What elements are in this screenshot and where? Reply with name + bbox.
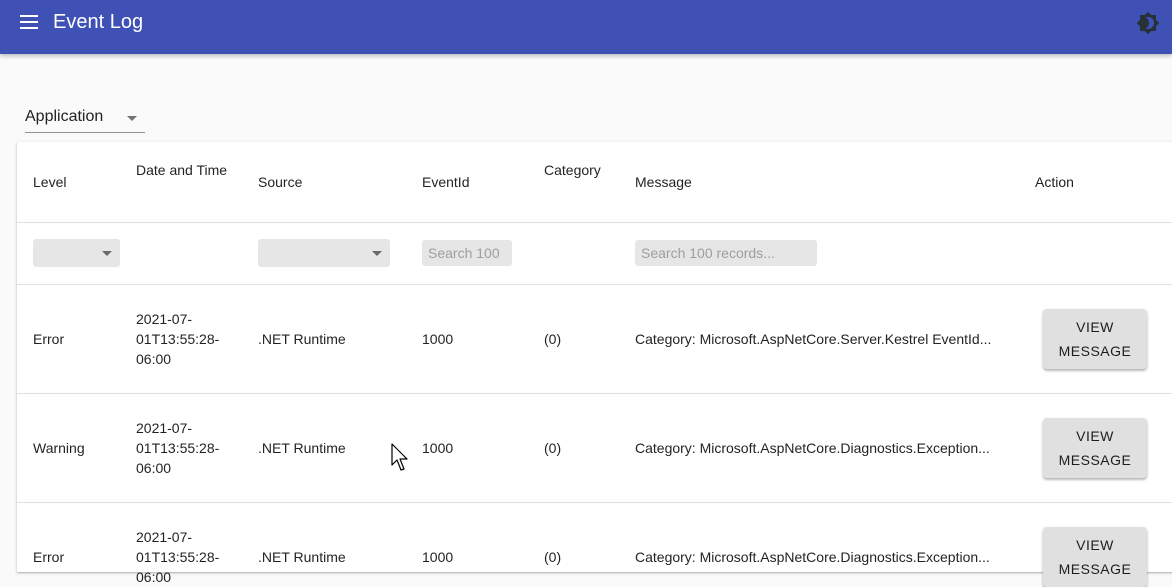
cell-date: 2021-07- 01T13:55:28- 06:00 [136,311,220,367]
cell-source: .NET Runtime [258,549,346,565]
cell-level: Warning [33,440,85,456]
cell-level: Error [33,331,65,347]
mouse-pointer-icon [391,443,411,473]
cell-category: (0) [544,331,562,347]
divider [17,393,1172,394]
eventid-filter-input[interactable] [422,240,512,266]
cell-date: 2021-07- 01T13:55:28- 06:00 [136,420,220,476]
log-type-value: Application [25,108,104,125]
cell-category: (0) [544,549,562,565]
cell-category: (0) [544,440,562,456]
header-eventid[interactable]: EventId [422,172,469,192]
app-title: Event Log [53,11,144,33]
cell-date: 2021-07- 01T13:55:28- 06:00 [136,529,220,585]
arrow-drop-down-icon [127,116,137,121]
header-date[interactable]: Date and Time [136,160,227,180]
message-filter-input[interactable] [635,240,817,266]
header-source[interactable]: Source [258,172,302,192]
divider [17,502,1172,503]
header-action: Action [1035,174,1074,190]
divider [17,222,1172,223]
cell-message: Category: Microsoft.AspNetCore.Diagnosti… [635,440,990,456]
header-category[interactable]: Category [544,160,601,180]
view-message-button[interactable]: VIEW MESSAGE [1043,527,1147,587]
cell-source: .NET Runtime [258,440,346,456]
level-filter-select[interactable] [33,239,120,267]
header-message[interactable]: Message [635,172,692,192]
cell-message: Category: Microsoft.AspNetCore.Diagnosti… [635,549,990,565]
app-bar: Event Log [0,0,1172,54]
menu-icon[interactable] [18,12,40,32]
cell-eventid: 1000 [422,331,454,347]
cell-source: .NET Runtime [258,331,346,347]
arrow-drop-down-icon [372,251,382,256]
cell-message: Category: Microsoft.AspNetCore.Server.Ke… [635,331,992,347]
brightness-icon[interactable] [1136,11,1160,35]
cell-eventid: 1000 [422,440,454,456]
cell-level: Error [33,549,65,565]
divider [17,284,1172,285]
arrow-drop-down-icon [102,251,112,256]
event-table: Level Date and Time Source EventId Categ… [17,142,1172,587]
header-level[interactable]: Level [33,172,66,192]
log-type-select[interactable]: Application [25,106,145,133]
view-message-button[interactable]: VIEW MESSAGE [1043,309,1147,369]
cell-eventid: 1000 [422,549,454,565]
view-message-button[interactable]: VIEW MESSAGE [1043,418,1147,478]
source-filter-select[interactable] [258,239,390,267]
